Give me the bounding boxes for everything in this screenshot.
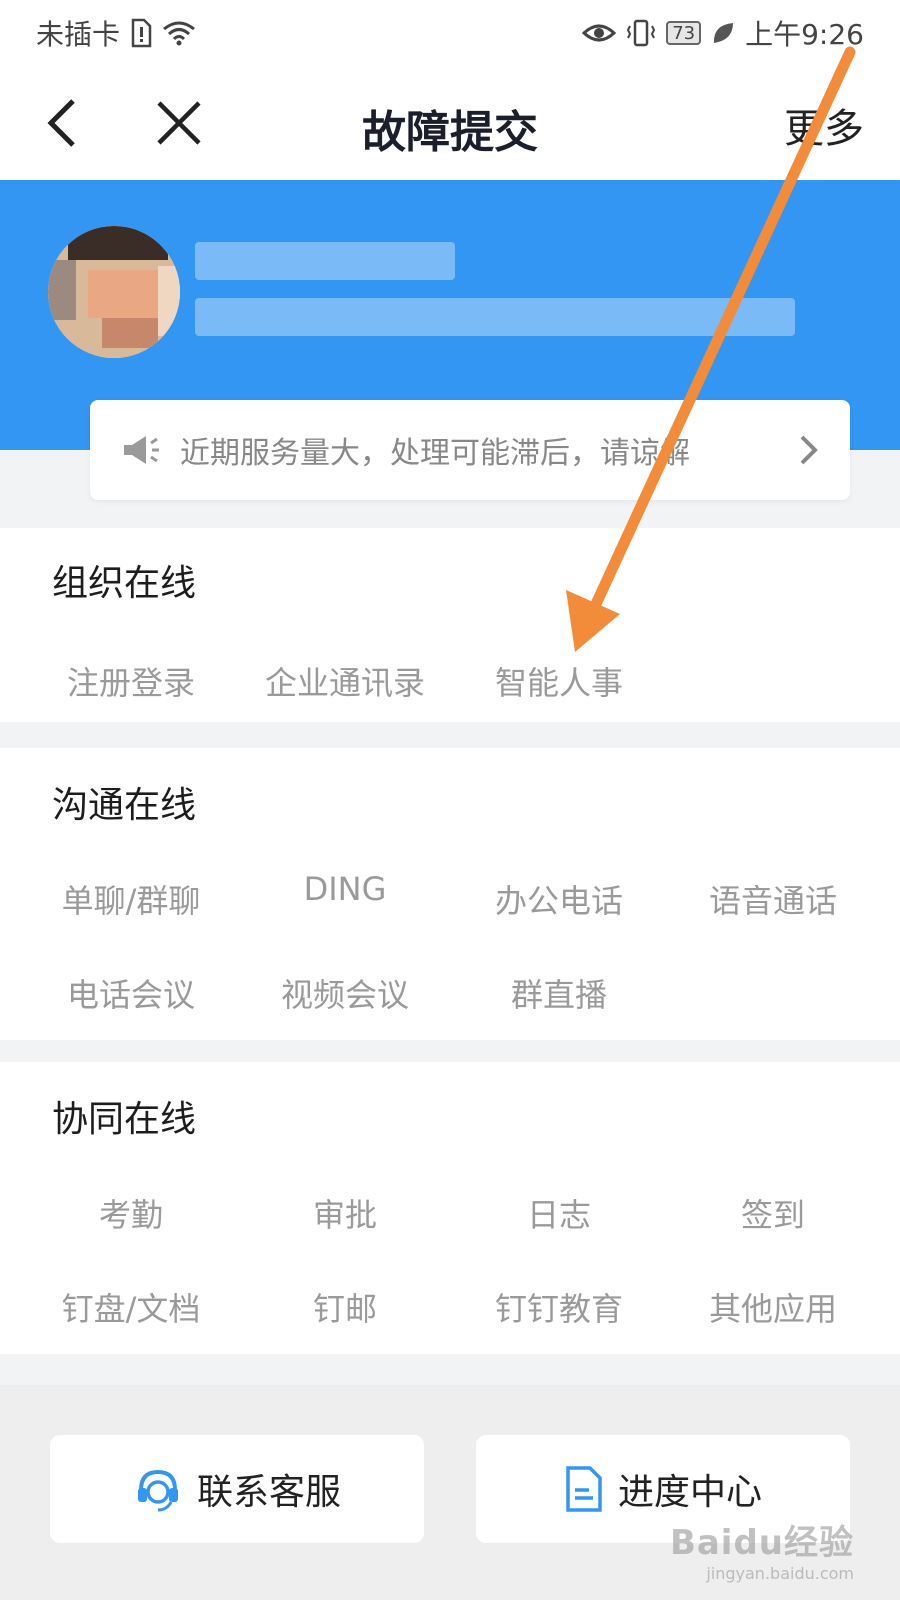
- user-name-blurred: [195, 242, 455, 280]
- nav-bar: 故障提交 更多: [0, 66, 900, 180]
- item-education[interactable]: 钉钉教育: [459, 1284, 659, 1330]
- status-left: 未插卡: [36, 13, 196, 53]
- item-video-meeting[interactable]: 视频会议: [245, 970, 445, 1016]
- item-conference-call[interactable]: 电话会议: [31, 970, 231, 1016]
- sim-alert-icon: [131, 18, 152, 48]
- section-title: 沟通在线: [52, 785, 197, 826]
- section-comm-online: 沟通在线 单聊/群聊 DING 办公电话 语音通话 电话会议 视频会议 群直播: [0, 748, 900, 1040]
- contact-support-label: 联系客服: [196, 1472, 341, 1513]
- item-attendance[interactable]: 考勤: [31, 1190, 231, 1236]
- document-icon: [566, 1466, 602, 1512]
- status-right: 73 上午9:26: [582, 13, 864, 53]
- user-org-blurred: [195, 298, 795, 336]
- battery-level: 73: [672, 22, 696, 44]
- item-smart-hr[interactable]: 智能人事: [459, 658, 659, 704]
- item-office-phone[interactable]: 办公电话: [459, 876, 659, 922]
- section-org-online: 组织在线 注册登录 企业通讯录 智能人事: [0, 528, 900, 722]
- notice-text: 近期服务量大，处理可能滞后，请谅解: [180, 436, 690, 471]
- headset-icon: [137, 1469, 178, 1512]
- contact-support-button[interactable]: 联系客服: [50, 1435, 424, 1543]
- item-log[interactable]: 日志: [459, 1190, 659, 1236]
- item-approval[interactable]: 审批: [245, 1190, 445, 1236]
- section-title: 协同在线: [52, 1099, 197, 1140]
- megaphone-icon: [124, 436, 159, 464]
- item-voice-call[interactable]: 语音通话: [673, 876, 873, 922]
- item-chat[interactable]: 单聊/群聊: [31, 876, 231, 922]
- wifi-icon: [163, 21, 195, 46]
- carrier-label: 未插卡: [36, 18, 121, 51]
- item-drive-docs[interactable]: 钉盘/文档: [31, 1284, 231, 1330]
- avatar: [48, 226, 180, 358]
- leaf-icon: [714, 23, 734, 43]
- item-mail[interactable]: 钉邮: [245, 1284, 445, 1330]
- section-title: 组织在线: [52, 563, 197, 604]
- item-check-in[interactable]: 签到: [673, 1190, 873, 1236]
- vibrate-icon: [627, 19, 656, 47]
- more-button[interactable]: 更多: [784, 96, 864, 154]
- section-collab-online: 协同在线 考勤 审批 日志 签到 钉盘/文档 钉邮 钉钉教育 其他应用: [0, 1062, 900, 1354]
- notice-bar[interactable]: 近期服务量大，处理可能滞后，请谅解: [90, 400, 850, 500]
- item-group-live[interactable]: 群直播: [459, 970, 659, 1016]
- progress-center-label: 进度中心: [617, 1472, 762, 1513]
- battery-icon: 73: [666, 21, 702, 45]
- watermark-url: jingyan.baidu.com: [706, 1564, 854, 1583]
- page-title: 故障提交: [362, 107, 538, 158]
- chevron-right-icon: [800, 435, 818, 465]
- item-register-login[interactable]: 注册登录: [31, 658, 231, 704]
- status-bar: 未插卡 73 上午9:26: [0, 0, 900, 66]
- baidu-watermark: Baidu经验 jingyan.baidu.com: [670, 1515, 854, 1583]
- eye-icon: [582, 24, 617, 42]
- item-ding[interactable]: DING: [245, 870, 445, 908]
- item-other-apps[interactable]: 其他应用: [673, 1284, 873, 1330]
- watermark-brand: Baidu经验: [669, 1523, 854, 1563]
- item-enterprise-contacts[interactable]: 企业通讯录: [245, 658, 445, 704]
- clock: 上午9:26: [745, 18, 864, 51]
